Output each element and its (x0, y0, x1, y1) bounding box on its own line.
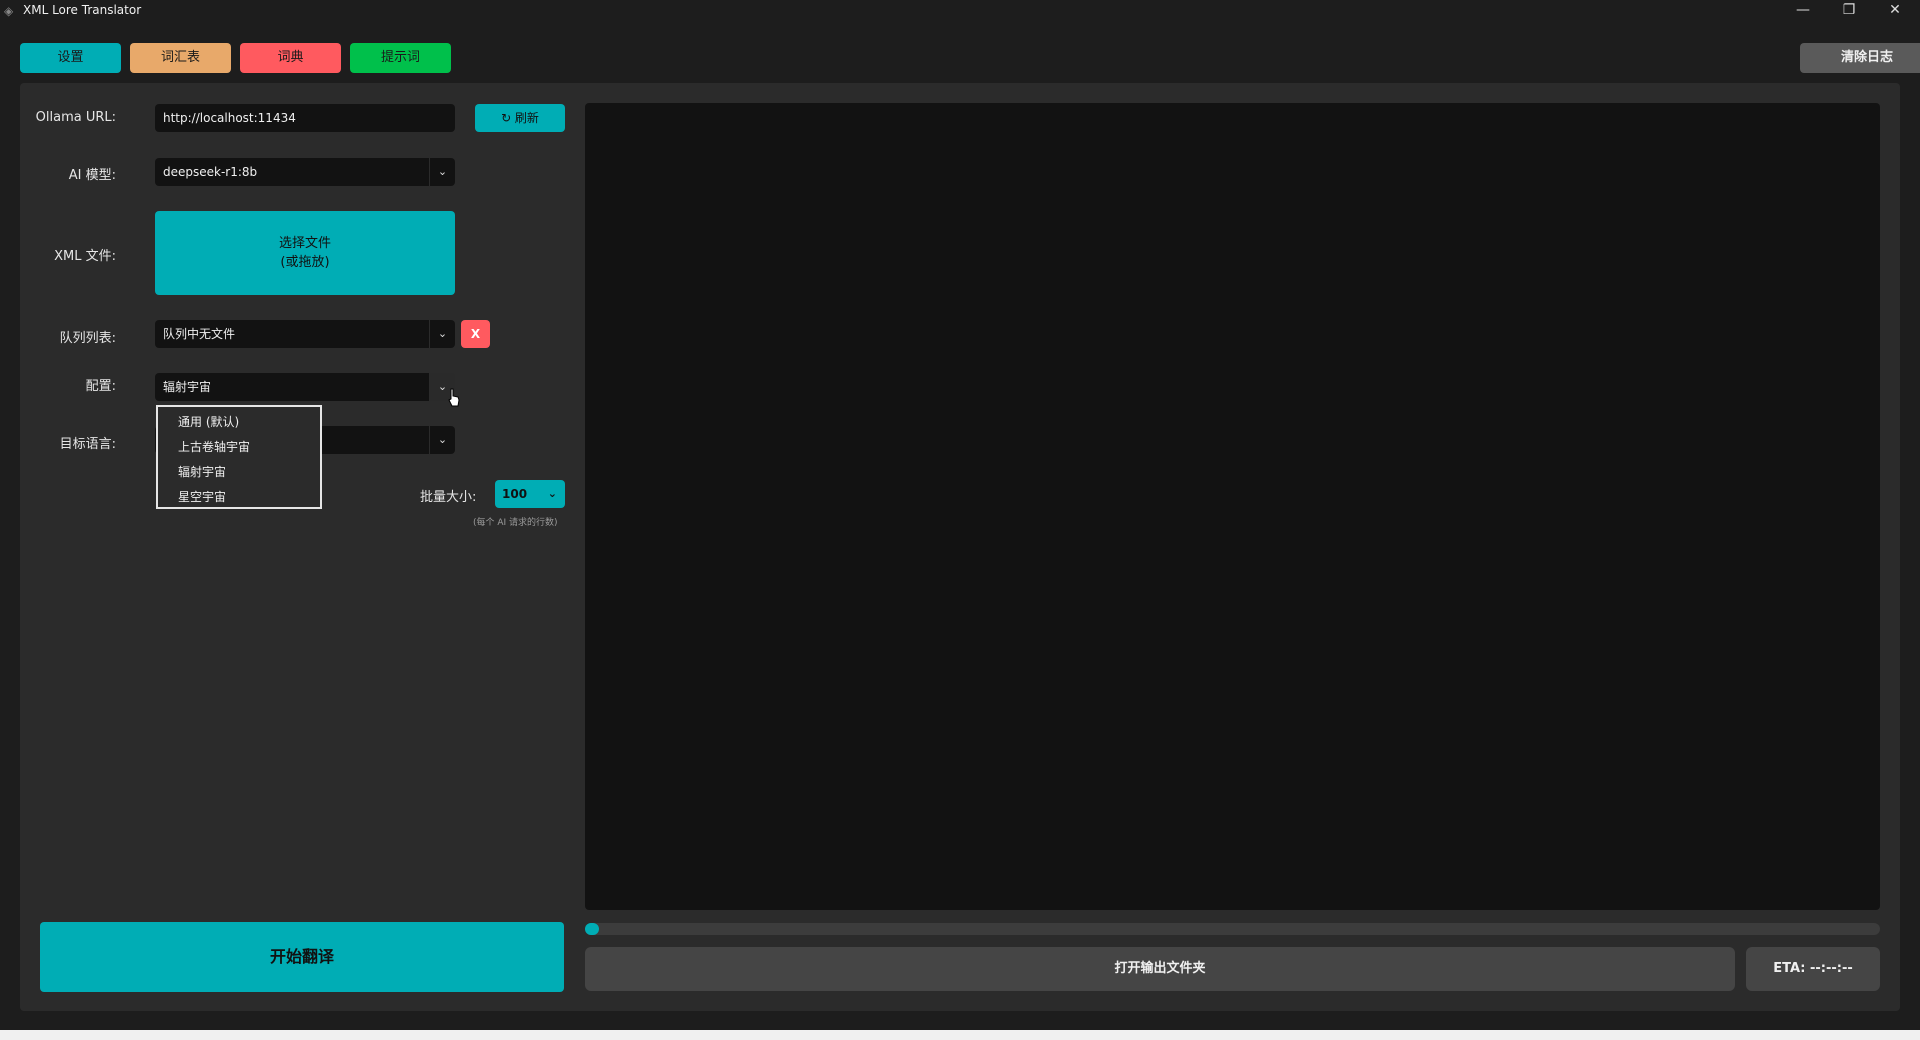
config-label: 配置: (85, 379, 116, 394)
prompts-button[interactable]: 提示词 (350, 43, 451, 73)
chevron-down-icon: ⌄ (547, 487, 557, 500)
glossary-button[interactable]: 词汇表 (130, 43, 231, 73)
chevron-down-icon[interactable]: ⌄ (429, 320, 455, 348)
ollama-url-label: Ollama URL: (35, 110, 116, 125)
taskbar-strip (0, 1030, 1920, 1040)
batch-size-hint: (每个 AI 请求的行数) (473, 518, 558, 528)
ollama-url-input[interactable]: http://localhost:11434 (155, 104, 455, 132)
config-option[interactable]: 上古卷轴宇宙 (178, 438, 250, 455)
queue-select[interactable]: 队列中无文件 (155, 320, 429, 348)
eta-display: ETA: --:--:-- (1746, 947, 1880, 991)
ai-model-select[interactable]: deepseek-r1:8b (155, 158, 429, 186)
batch-size-value: 100 (502, 487, 528, 501)
config-dropdown-menu: 通用 (默认) 上古卷轴宇宙 辐射宇宙 星空宇宙 (156, 405, 322, 509)
xml-file-label: XML 文件: (54, 249, 116, 264)
open-output-folder-button[interactable]: 打开输出文件夹 (585, 947, 1735, 991)
config-option[interactable]: 辐射宇宙 (178, 463, 226, 480)
batch-size-label: 批量大小: (420, 490, 477, 505)
progress-fill (585, 923, 599, 935)
choose-file-button[interactable]: 选择文件 (或拖放) (155, 211, 455, 295)
queue-label: 队列列表: (59, 331, 116, 346)
mouse-cursor-icon (447, 388, 461, 408)
dictionary-button[interactable]: 词典 (240, 43, 341, 73)
restore-button[interactable]: ❐ (1826, 0, 1872, 22)
minimize-button[interactable]: — (1780, 0, 1826, 22)
close-button[interactable]: ✕ (1872, 0, 1918, 22)
batch-size-select[interactable]: 100 ⌄ (495, 480, 565, 508)
window-title: XML Lore Translator (23, 3, 142, 17)
ai-model-label: AI 模型: (68, 168, 116, 183)
config-option[interactable]: 通用 (默认) (178, 413, 239, 430)
choose-file-line1: 选择文件 (278, 236, 331, 251)
log-area[interactable] (585, 103, 1880, 910)
refresh-button[interactable]: ↻ 刷新 (475, 104, 565, 132)
clear-log-button[interactable]: 清除日志 (1800, 43, 1920, 73)
config-select[interactable]: 辐射宇宙 (155, 373, 429, 401)
choose-file-line2: (或拖放) (280, 255, 330, 270)
progress-bar (585, 923, 1880, 935)
config-option[interactable]: 星空宇宙 (178, 488, 226, 505)
title-bar (0, 0, 1920, 22)
settings-button[interactable]: 设置 (20, 43, 121, 73)
app-icon: ◈ (4, 4, 14, 18)
chevron-down-icon[interactable]: ⌄ (429, 426, 455, 454)
target-language-label: 目标语言: (59, 437, 116, 452)
chevron-down-icon[interactable]: ⌄ (429, 158, 455, 186)
start-translation-button[interactable]: 开始翻译 (40, 922, 564, 992)
queue-remove-button[interactable]: X (461, 320, 490, 348)
